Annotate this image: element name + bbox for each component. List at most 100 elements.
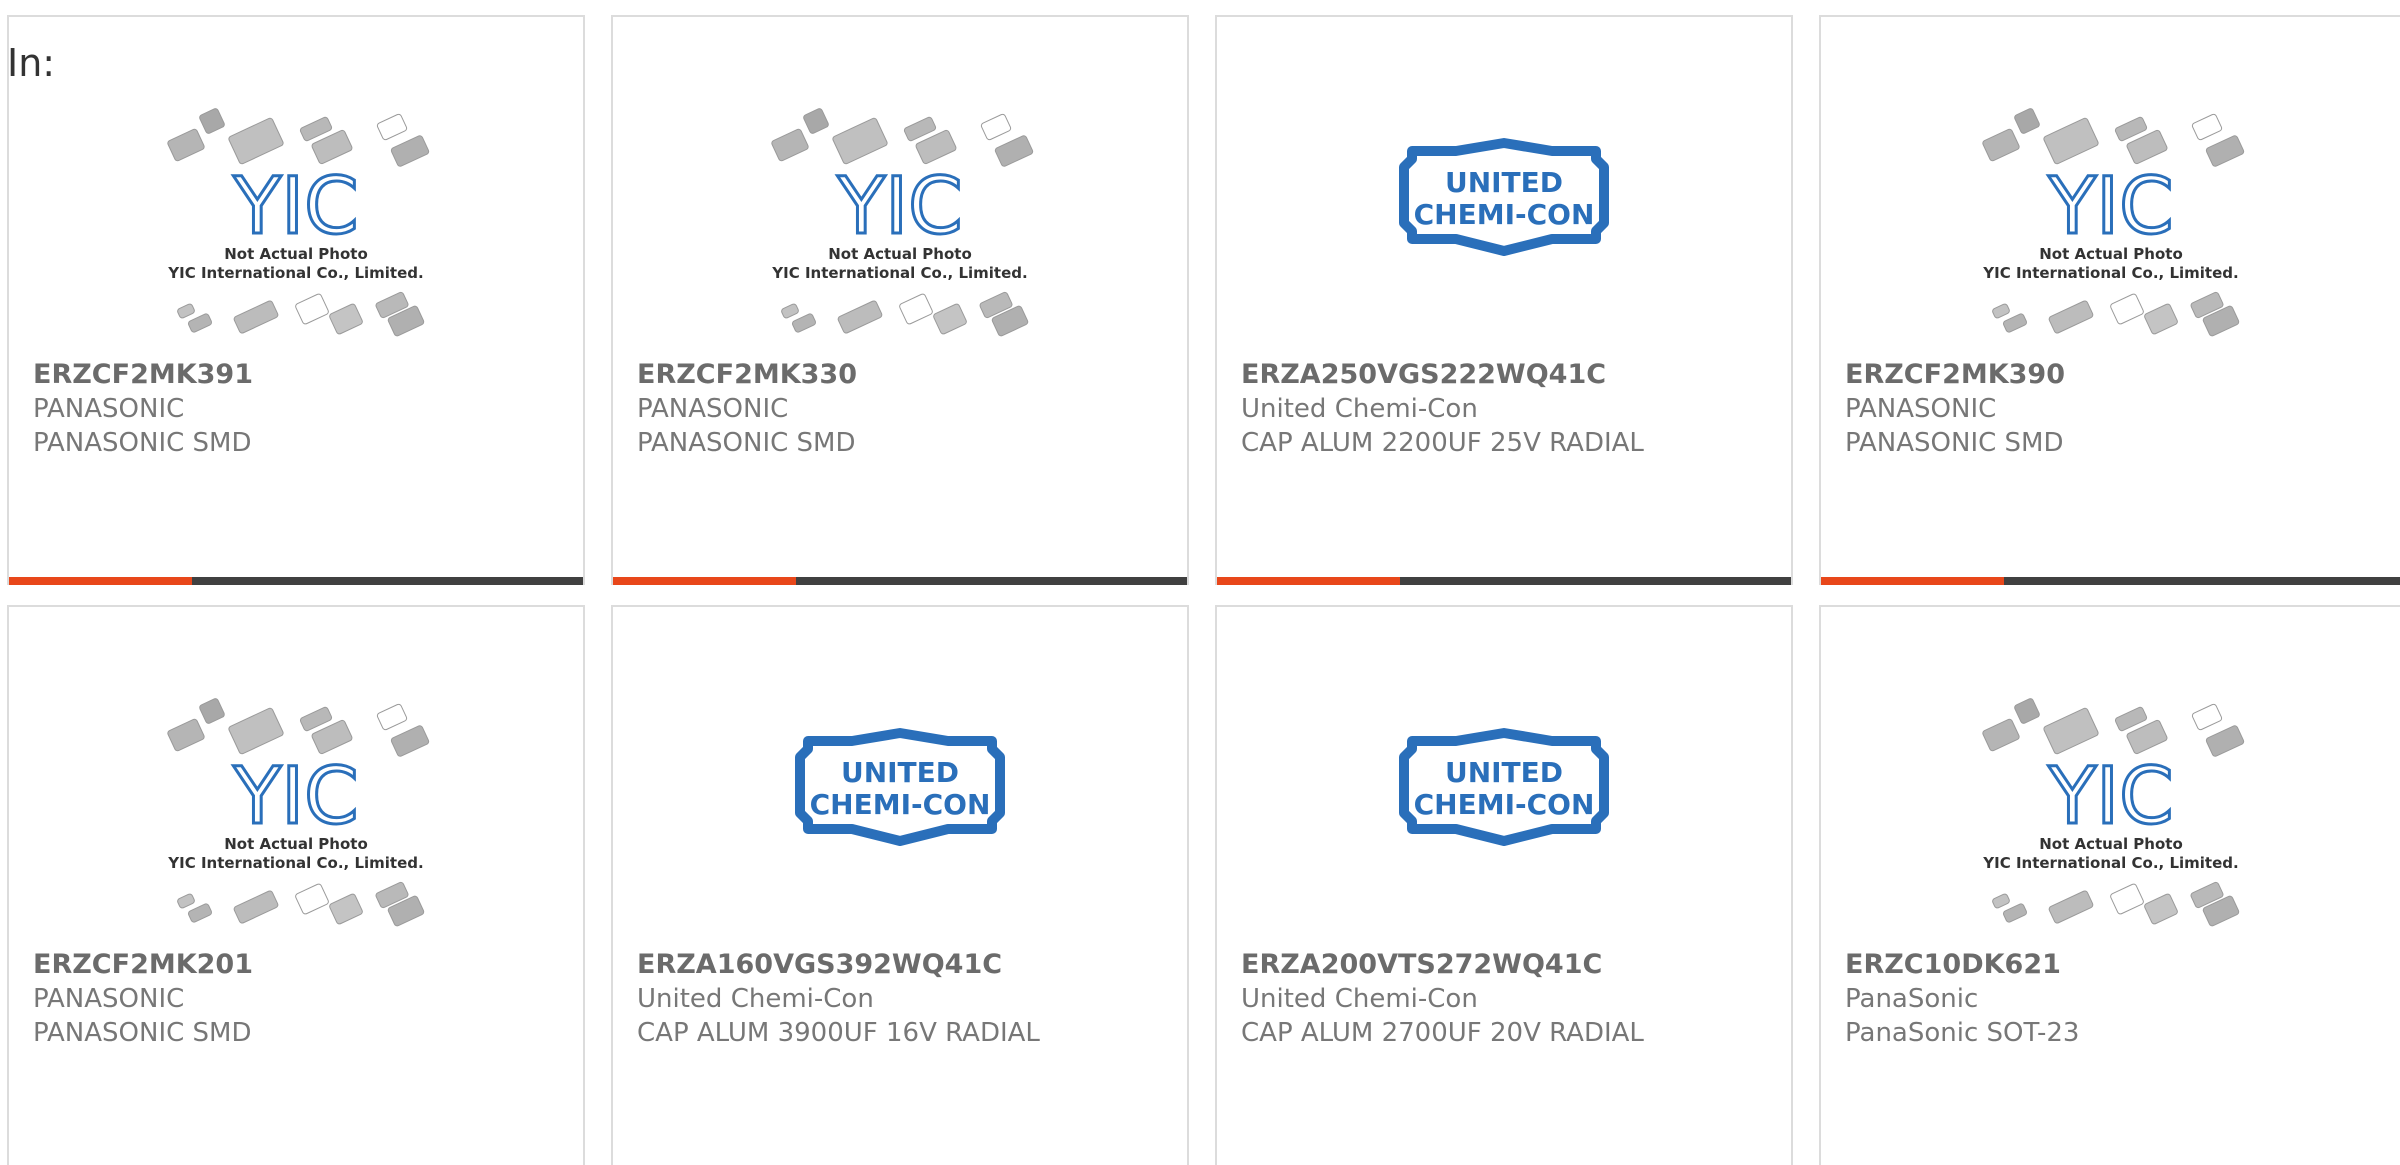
- product-image[interactable]: YIC Not Actual Photo YIC International Co.…: [1821, 105, 2400, 365]
- chip-icon: [2002, 903, 2027, 923]
- part-number[interactable]: ERZA250VGS222WQ41C: [1241, 359, 1606, 390]
- chip-icon: [837, 300, 883, 334]
- product-image[interactable]: YIC Not Actual Photo YIC International Co.…: [613, 105, 1187, 365]
- card-bottom-bar: [1217, 577, 1791, 585]
- part-number[interactable]: ERZCF2MK201: [33, 949, 253, 980]
- chip-icon: [376, 113, 408, 141]
- card-bottom-bar: [1821, 577, 2400, 585]
- filter-label: In:: [7, 41, 56, 85]
- part-number[interactable]: ERZA200VTS272WQ41C: [1241, 949, 1602, 980]
- part-number[interactable]: ERZCF2MK390: [1845, 359, 2065, 390]
- product-card[interactable]: UNITED CHEMI-CON ERZA160VGS392WQ41C Unite…: [611, 605, 1189, 1165]
- chip-icon: [1991, 303, 2010, 319]
- part-number[interactable]: ERZA160VGS392WQ41C: [637, 949, 1002, 980]
- card-accent: [1821, 577, 2004, 585]
- chip-icon: [329, 893, 363, 925]
- placeholder-caption: YIC International Co., Limited.: [771, 264, 1027, 282]
- yic-placeholder-image: YICNot Actual PhotoYIC International Co.…: [167, 108, 430, 337]
- chip-icon: [1991, 893, 2010, 909]
- chip-icon: [832, 117, 888, 165]
- brand-name: PANASONIC: [33, 394, 185, 424]
- product-image[interactable]: UNITED CHEMI-CON: [1217, 105, 1791, 365]
- placeholder-caption: YIC International Co., Limited.: [167, 264, 423, 282]
- yic-logo-icon: YIC: [2047, 162, 2173, 252]
- brand-name: PanaSonic: [1845, 984, 1979, 1014]
- yic-placeholder-image: YICNot Actual PhotoYIC International Co.…: [1982, 108, 2244, 337]
- chip-icon: [187, 903, 213, 923]
- chip-icon: [2109, 883, 2144, 915]
- logo-line: UNITED: [1445, 166, 1563, 199]
- chip-icon: [899, 293, 933, 325]
- chip-icon: [177, 893, 195, 909]
- chip-icon: [2013, 108, 2040, 134]
- placeholder-caption: YIC International Co., Limited.: [1982, 854, 2238, 872]
- logo-line: CHEMI-CON: [1414, 198, 1595, 231]
- chip-icon: [2002, 313, 2027, 333]
- card-accent: [1217, 577, 1400, 585]
- chip-icon: [167, 128, 205, 162]
- product-card[interactable]: YIC Not Actual Photo YIC International Co.…: [611, 15, 1189, 585]
- chip-icon: [233, 890, 279, 924]
- chip-icon: [2048, 300, 2093, 334]
- placeholder-caption: YIC International Co., Limited.: [1982, 264, 2238, 282]
- card-accent: [613, 577, 796, 585]
- chip-icon: [1981, 718, 2020, 752]
- part-number[interactable]: ERZCF2MK391: [33, 359, 253, 390]
- product-card[interactable]: UNITED CHEMI-CON ERZA200VTS272WQ41C Unite…: [1215, 605, 1793, 1165]
- product-card[interactable]: YIC Not Actual Photo YIC International Co.…: [7, 15, 585, 585]
- chip-icon: [2143, 303, 2178, 335]
- yic-placeholder-image: YICNot Actual PhotoYIC International Co.…: [1981, 698, 2244, 927]
- chip-icon: [228, 707, 284, 755]
- product-image[interactable]: YIC Not Actual Photo YIC International Co.…: [9, 105, 583, 365]
- brand-name: United Chemi-Con: [1241, 984, 1478, 1014]
- product-description: PANASONIC SMD: [33, 428, 252, 458]
- chip-icon: [980, 113, 1012, 141]
- chip-icon: [2191, 113, 2222, 141]
- chip-icon: [2048, 890, 2093, 924]
- product-description: PANASONIC SMD: [1845, 428, 2064, 458]
- brand-name: PANASONIC: [33, 984, 185, 1014]
- product-card[interactable]: YIC Not Actual Photo YIC International Co.…: [1819, 15, 2400, 585]
- chip-icon: [390, 725, 430, 757]
- product-image[interactable]: UNITED CHEMI-CON: [613, 695, 1187, 955]
- product-description: CAP ALUM 2700UF 20V RADIAL: [1241, 1018, 1644, 1048]
- united-chemi-con-logo: UNITEDCHEMI-CON: [1399, 138, 1609, 256]
- card-bottom-bar: [613, 577, 1187, 585]
- product-description: PanaSonic SOT-23: [1845, 1018, 2080, 1048]
- product-image[interactable]: YIC Not Actual Photo YIC International Co.…: [1821, 695, 2400, 955]
- product-card[interactable]: YIC Not Actual Photo YIC International Co.…: [7, 605, 585, 1165]
- yic-logo-icon: YIC: [232, 162, 358, 252]
- chip-icon: [167, 718, 205, 752]
- chip-icon: [199, 108, 225, 134]
- yic-logo-icon: YIC: [836, 162, 962, 252]
- chip-icon: [329, 303, 363, 335]
- product-description: PANASONIC SMD: [33, 1018, 252, 1048]
- product-image[interactable]: YIC Not Actual Photo YIC International Co.…: [9, 695, 583, 955]
- placeholder-caption: YIC International Co., Limited.: [167, 854, 423, 872]
- yic-logo-icon: YIC: [232, 752, 358, 842]
- chip-icon: [295, 883, 329, 915]
- card-accent: [9, 577, 192, 585]
- placeholder-caption: Not Actual Photo: [224, 245, 368, 263]
- chip-icon: [933, 303, 967, 335]
- placeholder-caption: Not Actual Photo: [828, 245, 972, 263]
- product-description: PANASONIC SMD: [637, 428, 856, 458]
- brand-name: United Chemi-Con: [1241, 394, 1478, 424]
- product-card[interactable]: UNITED CHEMI-CON ERZA250VGS222WQ41C Unite…: [1215, 15, 1793, 585]
- part-number[interactable]: ERZCF2MK330: [637, 359, 857, 390]
- chip-icon: [2042, 117, 2099, 165]
- brand-name: PANASONIC: [637, 394, 789, 424]
- united-chemi-con-logo: UNITEDCHEMI-CON: [1399, 728, 1609, 846]
- product-image[interactable]: UNITED CHEMI-CON: [1217, 695, 1791, 955]
- chip-icon: [390, 135, 430, 167]
- chip-icon: [2191, 703, 2222, 731]
- product-card[interactable]: YIC Not Actual Photo YIC International Co.…: [1819, 605, 2400, 1165]
- chip-icon: [228, 117, 284, 165]
- yic-placeholder-image: YICNot Actual PhotoYIC International Co.…: [167, 698, 430, 927]
- chip-icon: [2143, 893, 2178, 925]
- chip-icon: [2109, 293, 2144, 325]
- logo-line: UNITED: [1445, 756, 1563, 789]
- chip-icon: [376, 703, 408, 731]
- part-number[interactable]: ERZC10DK621: [1845, 949, 2061, 980]
- chip-icon: [295, 293, 329, 325]
